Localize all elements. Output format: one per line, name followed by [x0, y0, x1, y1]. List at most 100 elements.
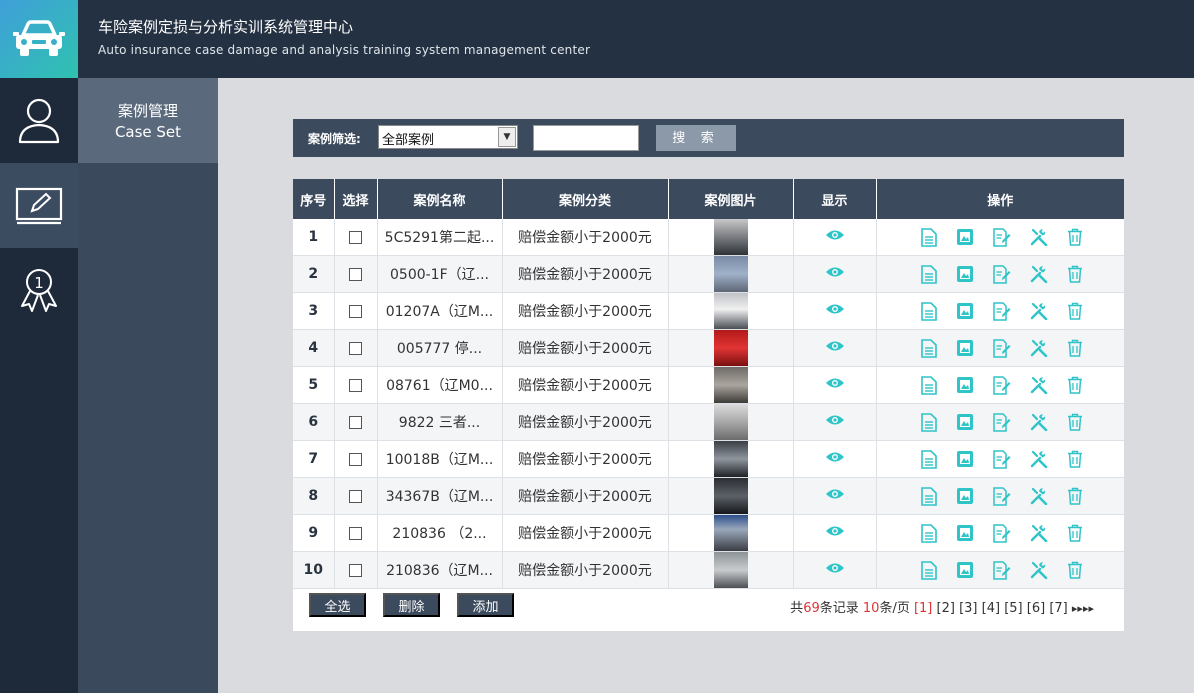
eye-icon[interactable]	[825, 414, 845, 426]
case-thumbnail[interactable]	[713, 293, 748, 329]
document-icon[interactable]	[921, 523, 938, 543]
image-icon[interactable]	[956, 339, 974, 357]
page-link-7[interactable]: [7]	[1049, 601, 1067, 616]
trash-icon[interactable]	[1067, 524, 1083, 542]
row-select-checkbox[interactable]	[349, 526, 362, 540]
tools-icon[interactable]	[1030, 450, 1048, 468]
row-select-checkbox[interactable]	[349, 304, 362, 318]
edit-icon[interactable]	[993, 375, 1011, 395]
trash-icon[interactable]	[1067, 487, 1083, 505]
page-link-4[interactable]: [4]	[982, 601, 1000, 616]
tools-icon[interactable]	[1030, 302, 1048, 320]
image-icon[interactable]	[956, 302, 974, 320]
edit-icon[interactable]	[993, 227, 1011, 247]
row-select-checkbox[interactable]	[349, 489, 362, 503]
document-icon[interactable]	[921, 412, 938, 432]
image-icon[interactable]	[956, 487, 974, 505]
eye-icon[interactable]	[825, 562, 845, 574]
select-all-button[interactable]: 全选	[309, 593, 366, 617]
search-button[interactable]: 搜 索	[656, 125, 736, 151]
page-link-1[interactable]: [1]	[914, 601, 932, 616]
edit-icon[interactable]	[993, 338, 1011, 358]
eye-icon[interactable]	[825, 303, 845, 315]
image-icon[interactable]	[956, 376, 974, 394]
edit-icon[interactable]	[993, 301, 1011, 321]
eye-icon[interactable]	[825, 266, 845, 278]
case-thumbnail[interactable]	[713, 367, 748, 403]
search-input[interactable]	[533, 125, 639, 151]
image-icon[interactable]	[956, 413, 974, 431]
rail-user[interactable]	[0, 78, 78, 163]
row-select-checkbox[interactable]	[349, 341, 362, 355]
edit-icon[interactable]	[993, 523, 1011, 543]
image-icon[interactable]	[956, 228, 974, 246]
row-select-checkbox[interactable]	[349, 378, 362, 392]
case-thumbnail[interactable]	[713, 256, 748, 292]
document-icon[interactable]	[921, 227, 938, 247]
image-icon[interactable]	[956, 450, 974, 468]
row-select-checkbox[interactable]	[349, 563, 362, 577]
trash-icon[interactable]	[1067, 302, 1083, 320]
trash-icon[interactable]	[1067, 450, 1083, 468]
submenu-case-set[interactable]: 案例管理 Case Set	[78, 78, 218, 163]
case-thumbnail[interactable]	[713, 330, 748, 366]
eye-icon[interactable]	[825, 525, 845, 537]
image-icon[interactable]	[956, 524, 974, 542]
next-page-icon[interactable]: ▸▸	[1072, 602, 1083, 615]
case-thumbnail[interactable]	[713, 404, 748, 440]
image-icon[interactable]	[956, 561, 974, 579]
case-thumbnail[interactable]	[713, 515, 748, 551]
document-icon[interactable]	[921, 264, 938, 284]
rail-case-edit[interactable]	[0, 163, 78, 248]
row-select-checkbox[interactable]	[349, 230, 362, 244]
document-icon[interactable]	[921, 486, 938, 506]
edit-icon[interactable]	[993, 412, 1011, 432]
page-link-5[interactable]: [5]	[1004, 601, 1022, 616]
trash-icon[interactable]	[1067, 265, 1083, 283]
document-icon[interactable]	[921, 301, 938, 321]
edit-icon[interactable]	[993, 560, 1011, 580]
last-page-icon[interactable]: ▸▸	[1083, 602, 1094, 615]
tools-icon[interactable]	[1030, 413, 1048, 431]
delete-button[interactable]: 删除	[383, 593, 440, 617]
row-select-checkbox[interactable]	[349, 415, 362, 429]
row-select-checkbox[interactable]	[349, 452, 362, 466]
tools-icon[interactable]	[1030, 524, 1048, 542]
trash-icon[interactable]	[1067, 228, 1083, 246]
tools-icon[interactable]	[1030, 339, 1048, 357]
page-link-6[interactable]: [6]	[1027, 601, 1045, 616]
tools-icon[interactable]	[1030, 376, 1048, 394]
document-icon[interactable]	[921, 375, 938, 395]
rail-award[interactable]: 1	[0, 248, 78, 333]
case-thumbnail[interactable]	[713, 552, 748, 588]
eye-icon[interactable]	[825, 229, 845, 241]
eye-icon[interactable]	[825, 340, 845, 352]
chevron-down-icon[interactable]: ▼	[498, 127, 516, 147]
document-icon[interactable]	[921, 338, 938, 358]
tools-icon[interactable]	[1030, 265, 1048, 283]
edit-icon[interactable]	[993, 264, 1011, 284]
case-thumbnail[interactable]	[713, 441, 748, 477]
page-link-3[interactable]: [3]	[959, 601, 977, 616]
eye-icon[interactable]	[825, 451, 845, 463]
edit-icon[interactable]	[993, 449, 1011, 469]
case-thumbnail[interactable]	[713, 478, 748, 514]
eye-icon[interactable]	[825, 377, 845, 389]
tools-icon[interactable]	[1030, 228, 1048, 246]
trash-icon[interactable]	[1067, 413, 1083, 431]
trash-icon[interactable]	[1067, 376, 1083, 394]
page-link-2[interactable]: [2]	[937, 601, 955, 616]
image-icon[interactable]	[956, 265, 974, 283]
row-select-checkbox[interactable]	[349, 267, 362, 281]
tools-icon[interactable]	[1030, 561, 1048, 579]
document-icon[interactable]	[921, 449, 938, 469]
case-thumbnail[interactable]	[713, 219, 748, 255]
trash-icon[interactable]	[1067, 339, 1083, 357]
trash-icon[interactable]	[1067, 561, 1083, 579]
document-icon[interactable]	[921, 560, 938, 580]
case-filter-select[interactable]: 全部案例 ▼	[378, 125, 518, 149]
add-button[interactable]: 添加	[457, 593, 514, 617]
edit-icon[interactable]	[993, 486, 1011, 506]
eye-icon[interactable]	[825, 488, 845, 500]
tools-icon[interactable]	[1030, 487, 1048, 505]
